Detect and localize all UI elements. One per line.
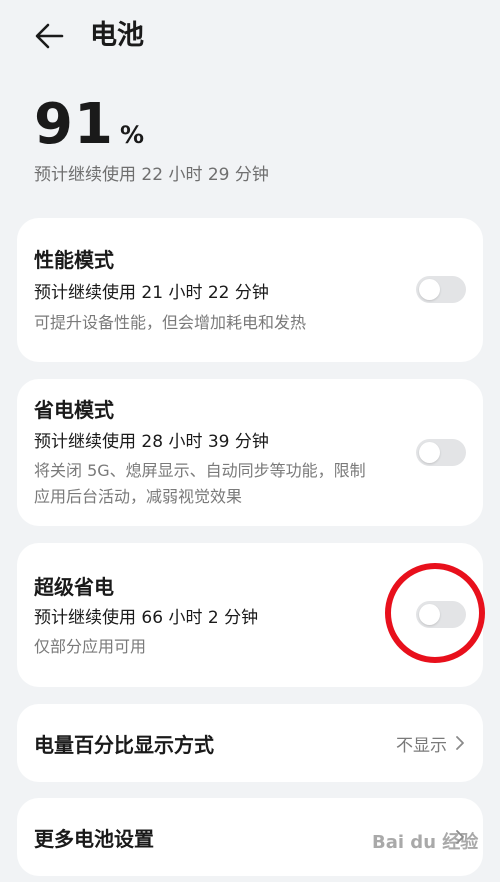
back-arrow-icon[interactable] bbox=[32, 20, 68, 52]
ultra-power-saving-estimate: 预计继续使用 66 小时 2 分钟 bbox=[34, 608, 259, 628]
power-saving-mode-estimate: 预计继续使用 28 小时 39 分钟 bbox=[34, 432, 269, 452]
watermark: Bai du 经验 bbox=[372, 832, 479, 853]
battery-estimate: 预计继续使用 22 小时 29 分钟 bbox=[34, 165, 269, 185]
toggle-knob bbox=[419, 442, 440, 463]
battery-percent: 91 bbox=[34, 92, 114, 157]
percent-display-value: 不显示 bbox=[396, 735, 447, 756]
power-saving-mode-card: 省电模式 预计继续使用 28 小时 39 分钟 将关闭 5G、熄屏显示、自动同步… bbox=[17, 379, 483, 526]
performance-mode-title: 性能模式 bbox=[34, 248, 114, 272]
performance-mode-estimate: 预计继续使用 21 小时 22 分钟 bbox=[34, 283, 269, 303]
performance-mode-toggle[interactable] bbox=[416, 276, 466, 303]
more-battery-settings-label: 更多电池设置 bbox=[34, 826, 154, 851]
battery-level: 91% bbox=[34, 92, 144, 158]
power-saving-mode-toggle[interactable] bbox=[416, 439, 466, 466]
page-title: 电池 bbox=[90, 20, 144, 51]
ultra-power-saving-title: 超级省电 bbox=[34, 575, 114, 599]
chevron-right-icon bbox=[456, 736, 464, 750]
percent-display-value-group: 不显示 bbox=[396, 704, 465, 782]
toggle-knob bbox=[419, 279, 440, 300]
percent-display-row[interactable]: 电量百分比显示方式 不显示 bbox=[17, 704, 483, 782]
performance-mode-desc: 可提升设备性能，但会增加耗电和发热 bbox=[34, 313, 307, 332]
battery-unit: % bbox=[119, 121, 144, 149]
ultra-power-saving-desc: 仅部分应用可用 bbox=[34, 637, 147, 656]
percent-display-label: 电量百分比显示方式 bbox=[34, 732, 214, 757]
power-saving-mode-title: 省电模式 bbox=[34, 398, 114, 422]
performance-mode-card: 性能模式 预计继续使用 21 小时 22 分钟 可提升设备性能，但会增加耗电和发… bbox=[17, 218, 483, 362]
app-header: 电池 bbox=[0, 0, 500, 75]
power-saving-mode-desc: 将关闭 5G、熄屏显示、自动同步等功能，限制应用后台活动，减弱视觉效果 bbox=[34, 461, 366, 506]
annotation-circle bbox=[385, 563, 485, 663]
